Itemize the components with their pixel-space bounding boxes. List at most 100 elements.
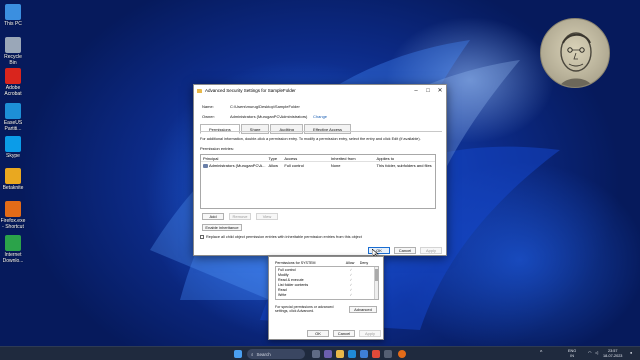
this-pc-icon xyxy=(5,4,21,20)
special-permissions-text: For special permissions or advanced sett… xyxy=(275,305,334,314)
desktop-icon-recycle-bin[interactable]: Recycle Bin xyxy=(0,37,26,66)
start-button-windows-icon[interactable] xyxy=(234,350,242,358)
remove-button[interactable]: Remove xyxy=(229,213,251,220)
dialog2-cancel-button[interactable]: Cancel xyxy=(333,330,355,337)
desktop-icon-skype[interactable]: Skype xyxy=(0,136,26,159)
tab-divider xyxy=(200,131,442,132)
tab-permissions[interactable]: Permissions xyxy=(200,124,240,134)
permission-name: Full control xyxy=(278,267,296,272)
users-icon xyxy=(203,163,208,168)
desktop-icon-internet-download[interactable]: Internet Downlo... xyxy=(0,235,26,264)
desktop-icon-label: Betaknite xyxy=(2,185,24,191)
minimize-button[interactable]: – xyxy=(410,85,422,96)
chrome-icon[interactable] xyxy=(372,350,380,358)
dialog2-ok-button[interactable]: OK xyxy=(307,330,329,337)
tab-effective-access[interactable]: Effective Access xyxy=(303,124,352,134)
owner-label: Owner: xyxy=(202,114,215,119)
apply-button[interactable]: Apply xyxy=(420,247,442,254)
row-applies-to: This folder, subfolders and files xyxy=(376,163,432,168)
taskbar-search-box[interactable]: ⌕ Search xyxy=(247,349,305,359)
tab-auditing[interactable]: Auditing xyxy=(270,124,303,134)
desktop-icon-easeus[interactable]: EaseUS Partiti... xyxy=(0,103,26,132)
skype-icon xyxy=(5,136,21,152)
row-principal: Administrators (MuruganPC\A... xyxy=(209,163,266,168)
recycle-bin-icon xyxy=(5,37,21,53)
desktop-icon-firefox[interactable]: Firefox.exe - Shortcut xyxy=(0,201,26,230)
tab-share[interactable]: Share xyxy=(240,124,270,134)
permission-name: Write xyxy=(278,292,287,297)
close-button[interactable]: ✕ xyxy=(434,85,446,96)
row-type: Allow xyxy=(268,163,278,168)
edge-icon[interactable] xyxy=(348,350,356,358)
allow-check-icon[interactable]: ✓ xyxy=(344,283,358,287)
scrollbar-thumb[interactable] xyxy=(375,269,378,281)
column-applies-to[interactable]: Applies to xyxy=(375,156,435,161)
allow-check-icon[interactable]: ✓ xyxy=(344,278,358,282)
teams-chat-icon[interactable] xyxy=(324,350,332,358)
file-explorer-icon[interactable] xyxy=(336,350,344,358)
replace-permissions-checkbox[interactable] xyxy=(200,235,204,239)
permission-name: Read & execute xyxy=(278,277,304,282)
advanced-button[interactable]: Advanced xyxy=(349,306,377,313)
taskbar: ⌕ Search ^ ENG IN ◠ ◁ 23:57 18-07-2023 ● xyxy=(0,346,640,360)
language-indicator[interactable]: ENG IN xyxy=(568,349,576,359)
allow-check-icon[interactable]: ✓ xyxy=(344,273,358,277)
desktop-icon-label: This PC xyxy=(4,21,22,27)
wifi-icon[interactable]: ◠ xyxy=(588,351,591,356)
desktop-icon-betaknite[interactable]: Betaknite xyxy=(0,168,26,191)
replace-permissions-row[interactable]: Replace all child object permission entr… xyxy=(200,235,362,239)
table-row[interactable]: Administrators (MuruganPC\A... Allow Ful… xyxy=(201,162,435,169)
permission-name: List folder contents xyxy=(278,282,309,287)
desktop-icon-adobe-acrobat[interactable]: Adobe Acrobat xyxy=(0,68,26,97)
permission-row: Write ✓ xyxy=(276,292,378,297)
firefox-taskbar-icon[interactable] xyxy=(398,350,406,358)
show-hidden-icons-chevron-icon[interactable]: ^ xyxy=(540,351,542,356)
view-button[interactable]: View xyxy=(256,213,278,220)
advanced-security-dialog[interactable]: Advanced Security Settings for SampleFol… xyxy=(193,84,447,256)
permission-entries-table[interactable]: Principal Type Access Inherited from App… xyxy=(200,154,436,209)
enable-inheritance-button[interactable]: Enable inheritance xyxy=(202,224,242,231)
search-icon: ⌕ xyxy=(251,351,254,357)
owner-value: Administrators (MuruganPC\Administrators… xyxy=(230,114,308,119)
permission-name: Read xyxy=(278,287,287,292)
column-access[interactable]: Access xyxy=(282,156,329,161)
allow-check-icon[interactable]: ✓ xyxy=(344,288,358,292)
dialog-title: Advanced Security Settings for SampleFol… xyxy=(205,88,296,93)
allow-check-icon[interactable]: ✓ xyxy=(344,293,358,297)
settings-gear-icon[interactable] xyxy=(384,350,392,358)
add-button[interactable]: Add xyxy=(202,213,224,220)
permissions-scrollbar[interactable] xyxy=(374,267,378,299)
task-view-icon[interactable] xyxy=(312,350,320,358)
column-inherited-from[interactable]: Inherited from xyxy=(329,156,375,161)
permissions-for-label: Permissions for SYSTEM xyxy=(275,261,316,265)
betaknite-icon xyxy=(5,168,21,184)
desktop-icon-this-pc[interactable]: This PC xyxy=(0,4,26,27)
desktop-icon-label: Recycle Bin xyxy=(4,54,22,66)
permissions-header: Permissions for SYSTEM Allow Deny xyxy=(275,261,379,265)
folder-properties-dialog[interactable]: Permissions for SYSTEM Allow Deny Full c… xyxy=(268,256,384,340)
dialog-titlebar[interactable]: Advanced Security Settings for SampleFol… xyxy=(194,85,446,96)
deny-header: Deny xyxy=(359,261,369,265)
notification-bell-icon[interactable]: ● xyxy=(630,351,632,356)
user-avatar-image xyxy=(540,18,610,88)
entries-label: Permission entries: xyxy=(200,146,235,151)
permission-name: Modify xyxy=(278,272,289,277)
speaker-icon[interactable]: ◁ xyxy=(595,351,598,356)
name-label: Name: xyxy=(202,104,214,109)
search-placeholder: Search xyxy=(256,351,271,357)
desktop-icon-label: Adobe Acrobat xyxy=(4,85,22,97)
clock[interactable]: 23:57 18-07-2023 xyxy=(603,349,622,359)
allow-check-icon[interactable]: ✓ xyxy=(344,268,358,272)
store-icon[interactable] xyxy=(360,350,368,358)
change-owner-link[interactable]: Change xyxy=(313,114,327,119)
column-type[interactable]: Type xyxy=(266,156,282,161)
column-principal[interactable]: Principal xyxy=(201,156,266,161)
desktop-icon-label: Internet Downlo... xyxy=(2,252,24,264)
dialog2-apply-button[interactable]: Apply xyxy=(359,330,381,337)
firefox-icon xyxy=(5,201,21,217)
maximize-button[interactable]: □ xyxy=(422,85,434,96)
permissions-list[interactable]: Full control ✓ Modify ✓ Read & execute ✓ List … xyxy=(275,266,379,300)
cancel-button[interactable]: Cancel xyxy=(394,247,416,254)
folder-icon xyxy=(197,88,202,93)
allow-header: Allow xyxy=(345,261,355,265)
